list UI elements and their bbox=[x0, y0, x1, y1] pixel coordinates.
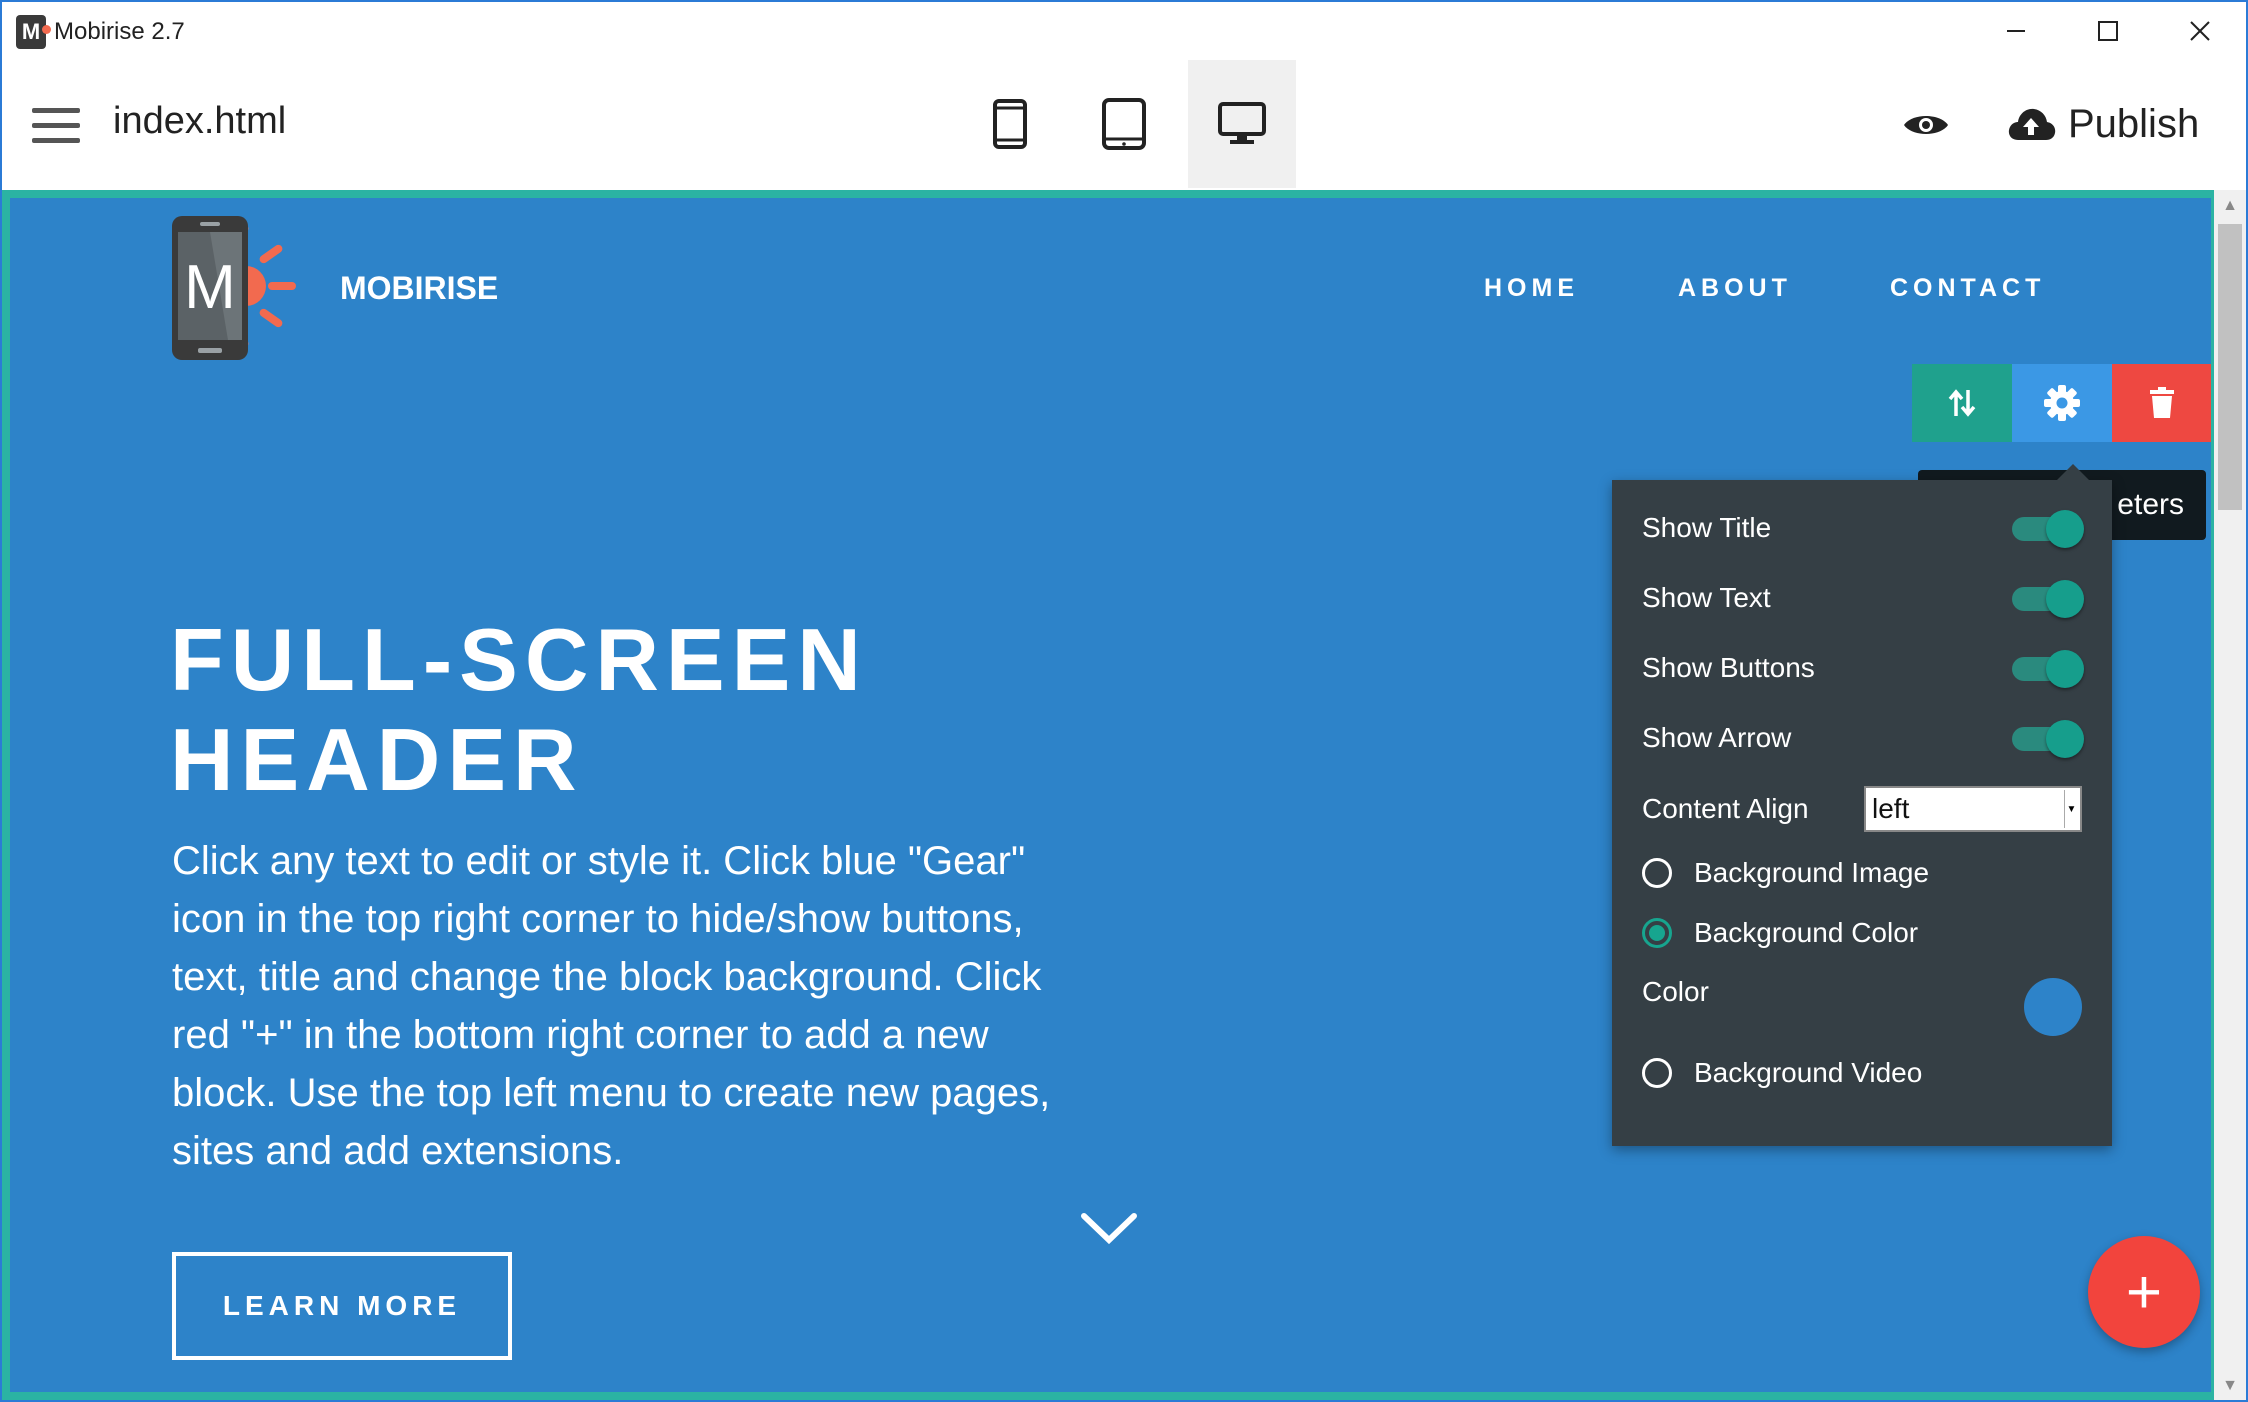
content-align-row: Content Align left ▼ bbox=[1642, 784, 2082, 834]
color-picker-swatch[interactable] bbox=[2024, 978, 2082, 1036]
learn-more-button[interactable]: LEARN MORE bbox=[172, 1252, 512, 1360]
background-image-label: Background Image bbox=[1694, 857, 1930, 888]
mobile-view-button[interactable] bbox=[956, 60, 1064, 188]
app-icon: M bbox=[16, 15, 51, 49]
background-video-radio[interactable] bbox=[1642, 1058, 1672, 1088]
background-color-label: Background Color bbox=[1694, 917, 1919, 948]
scroll-down-arrow-icon[interactable] bbox=[1080, 1212, 1138, 1246]
tooltip-text: eters bbox=[2117, 488, 2184, 521]
show-title-row: Show Title bbox=[1642, 503, 2084, 553]
publish-label: Publish bbox=[2068, 101, 2200, 146]
block-controls bbox=[1912, 364, 2211, 442]
vertical-scrollbar[interactable]: ▲ ▼ bbox=[2214, 190, 2246, 1400]
cloud-upload-icon bbox=[2008, 108, 2056, 140]
hero-text[interactable]: Click any text to edit or style it. Clic… bbox=[172, 832, 1102, 1180]
file-name: index.html bbox=[113, 100, 287, 142]
content-align-label: Content Align bbox=[1642, 793, 1809, 824]
background-image-radio[interactable] bbox=[1642, 858, 1672, 888]
background-image-row[interactable]: Background Image bbox=[1642, 848, 2082, 898]
title-bar: M Mobirise 2.7 bbox=[2, 2, 2246, 60]
dropdown-arrow-icon: ▼ bbox=[2064, 790, 2078, 828]
reorder-arrows-icon bbox=[1948, 389, 1976, 417]
app-window: M Mobirise 2.7 index.html Publish M MOBI… bbox=[0, 0, 2248, 1402]
close-button[interactable] bbox=[2154, 2, 2246, 60]
toolbar: index.html Publish bbox=[2, 60, 2246, 190]
tablet-icon bbox=[1102, 98, 1146, 150]
gear-icon bbox=[2044, 385, 2080, 421]
window-title: Mobirise 2.7 bbox=[54, 18, 185, 45]
publish-button[interactable]: Publish bbox=[2006, 96, 2199, 152]
eye-icon bbox=[1904, 116, 1948, 134]
site-logo[interactable]: M bbox=[170, 214, 322, 362]
content-align-select[interactable]: left ▼ bbox=[1864, 786, 2082, 832]
scroll-up-arrow-icon[interactable]: ▲ bbox=[2214, 192, 2246, 220]
tablet-view-button[interactable] bbox=[1070, 60, 1178, 188]
background-video-row[interactable]: Background Video bbox=[1642, 1048, 2082, 1098]
minimize-icon bbox=[2007, 30, 2025, 32]
preview-button[interactable] bbox=[1898, 100, 1954, 150]
block-parameters-panel: Show Title Show Text Show Buttons Show A… bbox=[1612, 464, 2112, 1146]
logo-letter: M bbox=[184, 253, 236, 322]
move-block-button[interactable] bbox=[1912, 364, 2012, 442]
nav-about-link[interactable]: ABOUT bbox=[1678, 274, 1792, 303]
show-buttons-label: Show Buttons bbox=[1642, 652, 1815, 683]
background-color-row[interactable]: Background Color bbox=[1642, 908, 2082, 958]
block-parameters-button[interactable] bbox=[2012, 364, 2112, 442]
hero-block[interactable]: M MOBIRISE HOME ABOUT CONTACT FULL-SCREE… bbox=[10, 198, 2211, 1392]
show-text-label: Show Text bbox=[1642, 582, 1771, 613]
hero-title-line1: FULL-SCREEN bbox=[170, 610, 868, 709]
content-align-value: left bbox=[1872, 793, 1910, 824]
minimize-button[interactable] bbox=[1970, 2, 2062, 60]
color-row: Color bbox=[1642, 968, 2082, 1036]
brand-name[interactable]: MOBIRISE bbox=[340, 270, 498, 307]
show-buttons-toggle[interactable] bbox=[2012, 650, 2084, 688]
trash-icon bbox=[2150, 387, 2174, 418]
show-text-row: Show Text bbox=[1642, 573, 2084, 623]
show-buttons-row: Show Buttons bbox=[1642, 643, 2084, 693]
show-text-toggle[interactable] bbox=[2012, 580, 2084, 618]
scroll-down-arrow-icon[interactable]: ▼ bbox=[2214, 1372, 2246, 1400]
show-arrow-toggle[interactable] bbox=[2012, 720, 2084, 758]
hamburger-menu-button[interactable] bbox=[32, 108, 80, 144]
maximize-button[interactable] bbox=[2062, 2, 2154, 60]
add-block-button[interactable]: + bbox=[2088, 1236, 2200, 1348]
plus-icon: + bbox=[2125, 1257, 2163, 1327]
background-video-label: Background Video bbox=[1694, 1057, 1923, 1088]
maximize-icon bbox=[2098, 21, 2118, 41]
color-label: Color bbox=[1642, 976, 1709, 1007]
show-title-label: Show Title bbox=[1642, 512, 1772, 543]
nav-contact-link[interactable]: CONTACT bbox=[1890, 274, 2045, 303]
show-arrow-label: Show Arrow bbox=[1642, 722, 1792, 753]
background-color-radio[interactable] bbox=[1642, 918, 1672, 948]
desktop-view-button[interactable] bbox=[1188, 60, 1296, 188]
show-title-toggle[interactable] bbox=[2012, 510, 2084, 548]
close-icon bbox=[2190, 21, 2210, 41]
hero-title-line2: HEADER bbox=[170, 710, 584, 809]
show-arrow-row: Show Arrow bbox=[1642, 713, 2084, 763]
nav-home-link[interactable]: HOME bbox=[1484, 274, 1579, 303]
desktop-icon bbox=[1218, 102, 1266, 144]
editor-canvas: M MOBIRISE HOME ABOUT CONTACT FULL-SCREE… bbox=[2, 190, 2246, 1400]
phone-icon bbox=[993, 99, 1027, 149]
delete-block-button[interactable] bbox=[2112, 364, 2211, 442]
scroll-thumb[interactable] bbox=[2218, 224, 2242, 510]
hero-title[interactable]: FULL-SCREEN HEADER bbox=[170, 610, 1070, 810]
